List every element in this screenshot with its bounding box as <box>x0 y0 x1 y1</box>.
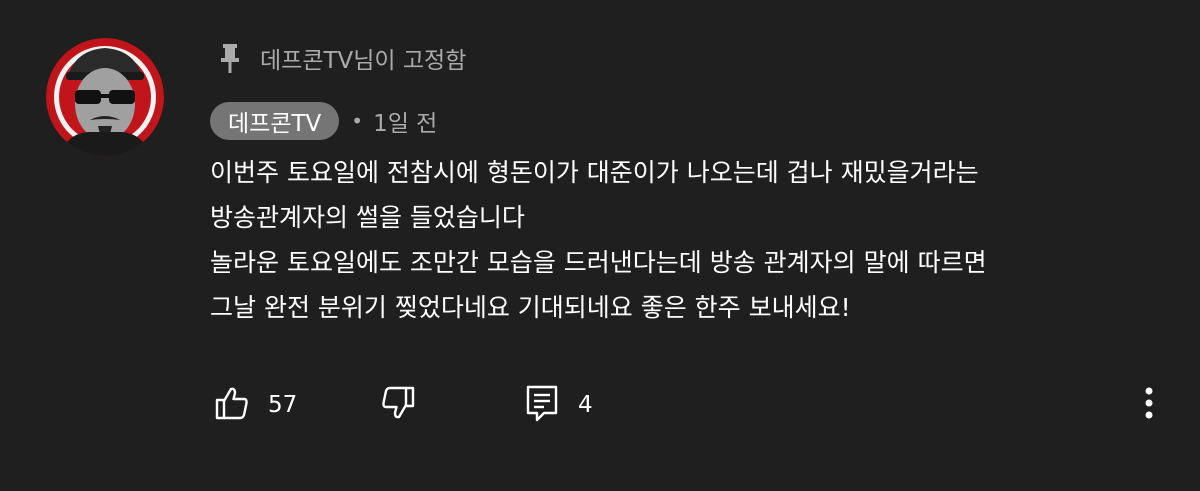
pinned-text: 데프콘TV님이 고정함 <box>260 48 467 74</box>
comment-line: 놀라운 토요일에도 조만간 모습을 드러낸다는데 방송 관계자의 말에 따르면 <box>210 248 987 277</box>
comment-line: 방송관계자의 썰을 들었습니다 <box>210 203 525 232</box>
thumbs-up-icon <box>214 385 250 425</box>
more-vertical-icon <box>1144 386 1154 424</box>
separator-dot: • <box>351 109 364 133</box>
comment-line: 이번주 토요일에 전참시에 형돈이가 대준이가 나오는데 겁나 재밌을거라는 <box>210 158 979 187</box>
like-count: 57 <box>268 392 298 418</box>
comment-thread: 데프콘TV님이 고정함 데프콘TV • 1일 전 이번주 토요일에 전참시에 형… <box>0 0 1200 491</box>
avatar[interactable] <box>46 38 164 156</box>
channel-name-chip[interactable]: 데프콘TV <box>210 102 340 140</box>
comment-text: 이번주 토요일에 전참시에 형돈이가 대준이가 나오는데 겁나 재밌을거라는 방… <box>210 150 1170 330</box>
pinned-label: 데프콘TV님이 고정함 <box>216 40 466 76</box>
pin-icon <box>216 40 244 76</box>
comment-line: 그날 완전 분위기 찢었다네요 기대되네요 좋은 한주 보내세요! <box>210 293 851 322</box>
comment-actions: 57 4 <box>0 380 1200 430</box>
thumbs-down-icon <box>378 385 416 425</box>
like-button[interactable]: 57 <box>214 380 297 430</box>
more-options-button[interactable] <box>1134 380 1164 430</box>
reply-button[interactable]: 4 <box>524 380 593 430</box>
comment-timestamp[interactable]: 1일 전 <box>373 104 437 138</box>
dislike-button[interactable] <box>378 380 416 430</box>
reply-count: 4 <box>578 392 593 418</box>
comment-header: 데프콘TV • 1일 전 <box>210 102 437 140</box>
avatar-icon <box>46 38 164 156</box>
comment-icon <box>524 383 560 427</box>
